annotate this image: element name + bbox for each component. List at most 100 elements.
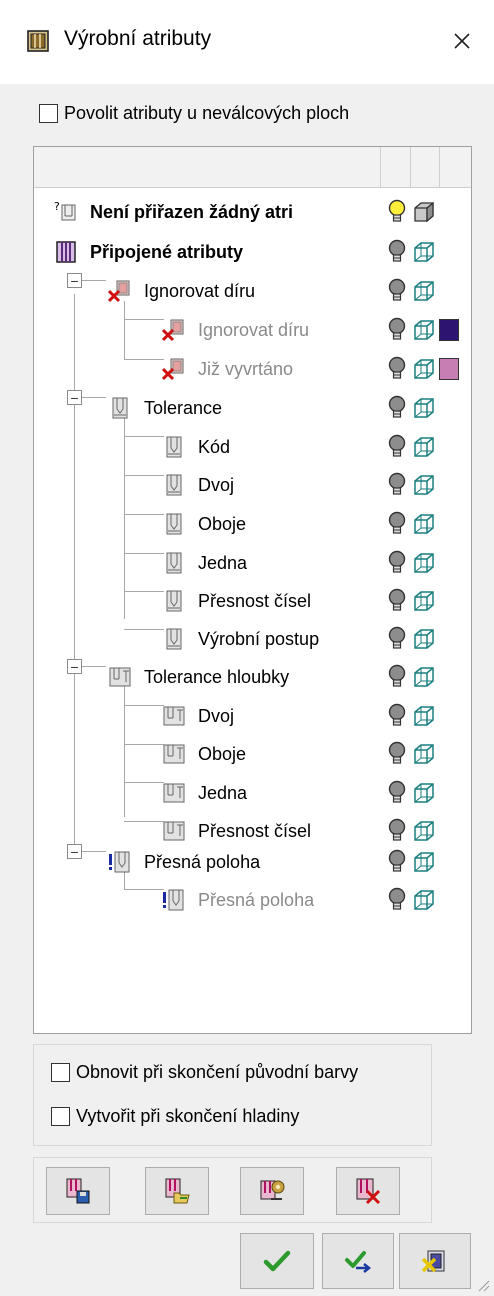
grey-bulb-icon[interactable] [386, 395, 408, 421]
tree-line [124, 514, 164, 515]
tree-line [74, 294, 75, 852]
grey-bulb-icon[interactable] [386, 588, 408, 614]
tree-node-tolerance-single[interactable]: Jedna [162, 547, 247, 579]
ok-button[interactable] [240, 1233, 314, 1289]
tree-line [82, 280, 106, 281]
wire-cube-icon[interactable] [412, 473, 436, 497]
tree-node-depth-both[interactable]: Oboje [162, 738, 246, 770]
allow-non-cylindrical-checkbox[interactable] [39, 104, 58, 123]
wire-cube-icon[interactable] [412, 279, 436, 303]
title-bar: Výrobní atributy [0, 0, 494, 84]
allow-non-cylindrical-option[interactable]: Povolit atributy u neválcových ploch [39, 103, 349, 124]
solid-cube-icon[interactable] [412, 200, 436, 224]
tree-node-tolerance-process[interactable]: Výrobní postup [162, 623, 319, 655]
tree-node-ignore-hole-group[interactable]: Ignorovat díru [108, 275, 255, 307]
grey-bulb-icon[interactable] [386, 434, 408, 460]
wire-cube-icon[interactable] [412, 888, 436, 912]
attribute-tree[interactable]: − − − − ? Není přiřazen žádný atri Připo… [33, 146, 472, 1034]
tree-node-tolerance-double[interactable]: Dvoj [162, 469, 234, 501]
tree-node-label: Není přiřazen žádný atri [90, 201, 294, 222]
grey-bulb-icon[interactable] [386, 356, 408, 382]
color-swatch-purple[interactable] [439, 319, 459, 341]
close-icon [454, 33, 470, 49]
grey-bulb-icon[interactable] [386, 278, 408, 304]
tree-header-col-bulb[interactable] [380, 147, 381, 187]
tree-node-tolerance-precision[interactable]: Přesnost čísel [162, 585, 311, 617]
tree-node-no-attribute[interactable]: ? Není přiřazen žádný atri [54, 196, 293, 228]
grey-bulb-icon[interactable] [386, 703, 408, 729]
wire-cube-icon[interactable] [412, 551, 436, 575]
grey-bulb-icon[interactable] [386, 818, 408, 844]
create-layers-option[interactable]: Vytvořit při skončení hladiny [51, 1106, 299, 1127]
collapse-tolerance[interactable]: − [67, 390, 82, 405]
tree-node-tolerance-code[interactable]: Kód [162, 431, 230, 463]
tree-node-depth-tolerance-group[interactable]: Tolerance hloubky [108, 661, 289, 693]
collapse-ignore-hole[interactable]: − [67, 273, 82, 288]
tree-node-tolerance-both[interactable]: Oboje [162, 508, 246, 540]
grey-bulb-icon[interactable] [386, 239, 408, 265]
grey-bulb-icon[interactable] [386, 780, 408, 806]
wire-cube-icon[interactable] [412, 627, 436, 651]
save-attributes-button[interactable] [46, 1167, 110, 1215]
tree-line [124, 407, 125, 619]
restore-colors-option[interactable]: Obnovit při skončení původní barvy [51, 1062, 358, 1083]
grey-bulb-icon[interactable] [386, 741, 408, 767]
wire-cube-icon[interactable] [412, 781, 436, 805]
grey-bulb-icon[interactable] [386, 550, 408, 576]
tree-line [82, 666, 106, 667]
wire-cube-icon[interactable] [412, 665, 436, 689]
restore-colors-checkbox[interactable] [51, 1063, 70, 1082]
exact-position-icon [163, 889, 184, 911]
tree-node-label: Přesná poloha [198, 889, 315, 910]
restore-colors-label: Obnovit při skončení původní barvy [76, 1062, 359, 1082]
grey-bulb-icon[interactable] [386, 887, 408, 913]
tree-node-depth-single[interactable]: Jedna [162, 777, 247, 809]
tree-node-already-drilled[interactable]: Již vyvrtáno [162, 353, 293, 385]
apply-button[interactable] [322, 1233, 394, 1289]
load-attributes-button[interactable] [145, 1167, 209, 1215]
grey-bulb-icon[interactable] [386, 849, 408, 875]
wire-cube-icon[interactable] [412, 318, 436, 342]
wire-cube-icon[interactable] [412, 589, 436, 613]
yellow-bulb-icon[interactable] [386, 199, 408, 225]
tree-node-attached-attributes[interactable]: Připojené atributy [54, 236, 243, 268]
ignore-hole-icon [108, 280, 130, 303]
attribute-settings-button[interactable] [240, 1167, 304, 1215]
collapse-exact-position[interactable]: − [67, 844, 82, 859]
tree-line [124, 553, 164, 554]
wire-cube-icon[interactable] [412, 850, 436, 874]
tree-node-depth-double[interactable]: Dvoj [162, 700, 234, 732]
cancel-button[interactable] [399, 1233, 471, 1289]
close-button[interactable] [440, 18, 484, 64]
grey-bulb-icon[interactable] [386, 626, 408, 652]
tree-node-depth-precision[interactable]: Přesnost čísel [162, 815, 311, 847]
grey-bulb-icon[interactable] [386, 317, 408, 343]
tree-header-col-color[interactable] [439, 147, 440, 187]
wire-cube-icon[interactable] [412, 512, 436, 536]
color-swatch-pink[interactable] [439, 358, 459, 380]
grey-bulb-icon[interactable] [386, 472, 408, 498]
resize-grip-icon[interactable] [476, 1278, 490, 1292]
wire-cube-icon[interactable] [412, 435, 436, 459]
tree-node-exact-position-group[interactable]: Přesná poloha [108, 846, 260, 878]
tree-node-label: Již vyvrtáno [198, 358, 294, 379]
tree-line [124, 705, 164, 706]
grey-bulb-icon[interactable] [386, 664, 408, 690]
tree-node-tolerance-group[interactable]: Tolerance [108, 392, 222, 424]
wire-cube-icon[interactable] [412, 742, 436, 766]
wire-cube-icon[interactable] [412, 357, 436, 381]
wire-cube-icon[interactable] [412, 704, 436, 728]
tree-node-ignore-hole[interactable]: Ignorovat díru [162, 314, 309, 346]
delete-attributes-button[interactable] [336, 1167, 400, 1215]
tolerance-icon [166, 590, 182, 612]
tree-header-col-cube[interactable] [410, 147, 411, 187]
tree-node-label: Dvoj [198, 705, 235, 726]
tree-node-label: Výrobní postup [198, 628, 320, 649]
grey-bulb-icon[interactable] [386, 511, 408, 537]
tree-node-exact-position[interactable]: Přesná poloha [162, 884, 314, 916]
wire-cube-icon[interactable] [412, 240, 436, 264]
wire-cube-icon[interactable] [412, 396, 436, 420]
wire-cube-icon[interactable] [412, 819, 436, 843]
collapse-depth-tolerance[interactable]: − [67, 659, 82, 674]
create-layers-checkbox[interactable] [51, 1107, 70, 1126]
